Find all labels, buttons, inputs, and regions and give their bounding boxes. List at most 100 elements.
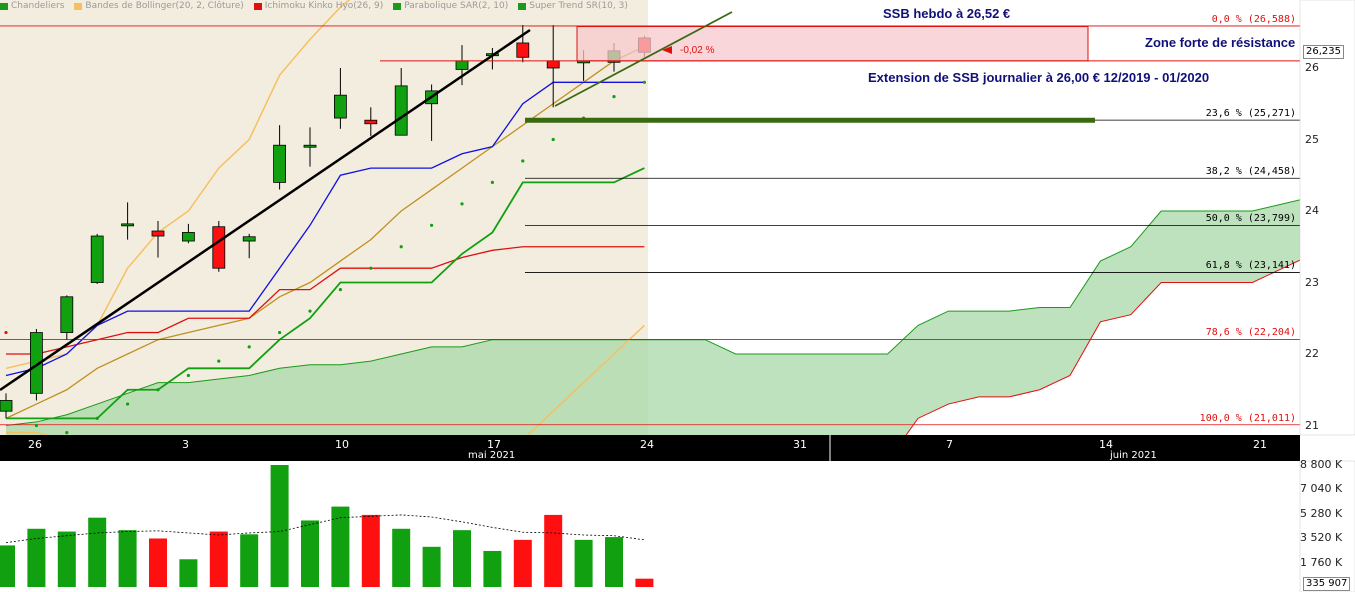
volume-tick-label: 3 520 K	[1300, 531, 1343, 545]
stock-chart	[0, 0, 1355, 592]
volume-bar	[605, 537, 623, 587]
sar-point	[186, 373, 190, 378]
x-tick-label: 21	[1253, 438, 1267, 451]
candle-body	[333, 94, 347, 119]
x-tick-label: 26	[28, 438, 42, 451]
legend-swatch-icon	[0, 2, 8, 10]
volume-bar	[392, 528, 411, 587]
sar-point	[156, 388, 160, 392]
volume-bar	[179, 559, 198, 587]
legend-item: Super Trend SR(10, 3)	[518, 0, 628, 12]
candle-body	[60, 296, 74, 333]
volume-bar	[331, 506, 350, 587]
candle-body	[181, 232, 195, 242]
y-tick-label: 25	[1305, 132, 1319, 146]
fib-level-label: 100,0 % (21,011)	[1199, 412, 1296, 424]
volume-bar	[209, 531, 228, 587]
candle-body	[0, 400, 13, 412]
sar-point	[247, 345, 251, 349]
volume-bar	[513, 539, 532, 587]
x-tick-label: 7	[946, 438, 953, 451]
fib-level-label: 23,6 % (25,271)	[1205, 108, 1296, 120]
legend-label: Bandes de Bollinger(20, 2, Clôture)	[85, 1, 244, 11]
y-tick-label: 24	[1305, 204, 1319, 217]
resistance-zone-annotation: Zone forte de résistance	[1145, 35, 1296, 50]
candle-body	[273, 144, 287, 183]
fib-level-label: 38,2 % (24,458)	[1205, 166, 1296, 178]
volume-tick-label: 7 040 K	[1300, 482, 1343, 496]
legend-item: Parabolique SAR(2, 10)	[393, 0, 508, 12]
candle-body	[212, 226, 226, 269]
candle-body	[242, 236, 256, 242]
legend-item: Chandeliers	[0, 0, 64, 12]
volume-bar	[574, 539, 593, 587]
candle	[212, 221, 226, 272]
sar-point	[308, 309, 312, 313]
volume-bar	[270, 465, 289, 587]
legend-label: Super Trend SR(10, 3)	[529, 1, 628, 11]
candle-body	[364, 119, 378, 125]
sar-point	[490, 180, 494, 184]
volume-axis	[1299, 460, 1355, 592]
sar-point	[399, 245, 403, 249]
sar-point	[217, 359, 221, 363]
fib-level-label: 50,0 % (23,799)	[1205, 213, 1296, 225]
resistance-zone	[576, 26, 1089, 62]
legend-label: Chandeliers	[11, 1, 65, 11]
volume-bar	[57, 531, 76, 587]
volume-bar	[453, 530, 471, 587]
y-tick-label: 21	[1305, 418, 1319, 432]
volume-bar	[118, 530, 137, 587]
volume-tick-label: 8 800 K	[1300, 458, 1343, 471]
legend-label: Parabolique SAR(2, 10)	[404, 1, 509, 11]
ssb-extension-annotation: Extension de SSB journalier à 26,00 € 12…	[868, 70, 1210, 85]
candle-body	[546, 60, 560, 69]
y-tick-label: 22	[1305, 347, 1319, 360]
candle	[90, 233, 104, 284]
x-month-label: juin 2021	[1110, 450, 1157, 461]
sar-point	[126, 402, 130, 406]
sar-point	[551, 137, 555, 142]
sar-point	[521, 159, 525, 163]
candle-body	[455, 60, 469, 70]
sar-point	[460, 202, 464, 206]
legend-swatch-icon	[393, 2, 402, 10]
volume-bar	[544, 514, 563, 587]
volume-tick-label: 5 280 K	[1300, 506, 1343, 520]
sar-point	[338, 288, 342, 292]
sar-point	[612, 95, 616, 99]
legend-item: Bandes de Bollinger(20, 2, Clôture)	[74, 0, 244, 12]
sar-point	[65, 431, 69, 435]
volume-last-label: 335 907	[1303, 577, 1351, 591]
volume-bar	[240, 534, 259, 587]
candle-body	[151, 230, 165, 237]
y-tick-label: 26	[1305, 61, 1319, 74]
legend-swatch-icon	[253, 2, 262, 10]
volume-bar	[635, 578, 654, 587]
candle-body	[90, 235, 104, 283]
fib-level-label: 0,0 % (26,588)	[1211, 13, 1296, 25]
sar-point	[278, 330, 282, 335]
sar-point	[95, 416, 99, 420]
fib-level-label: 61,8 % (23,141)	[1205, 260, 1296, 272]
volume-bar	[422, 546, 441, 587]
x-tick-label: 24	[640, 438, 654, 451]
legend-swatch-icon	[518, 2, 527, 10]
y-tick-label: 23	[1305, 275, 1319, 289]
legend: Chandeliers Bandes de Bollinger(20, 2, Cl…	[0, 0, 800, 12]
x-tick-label: 10	[335, 438, 349, 451]
candle-body	[516, 42, 530, 58]
candle-body	[303, 144, 317, 148]
fib-level-label: 78,6 % (22,204)	[1205, 327, 1296, 339]
volume-bar	[301, 520, 319, 587]
x-tick-label: 31	[793, 438, 807, 451]
sar-point	[430, 223, 434, 227]
volume-bar	[361, 514, 380, 587]
last-change-label: -0,02 %	[680, 45, 715, 56]
volume-bar	[483, 550, 502, 587]
volume-bar	[149, 538, 167, 587]
volume-bar	[88, 517, 107, 587]
volume-bar	[0, 545, 15, 587]
legend-item: Ichimoku Kinko Hyo(26, 9)	[253, 0, 383, 12]
sar-point	[642, 80, 647, 84]
